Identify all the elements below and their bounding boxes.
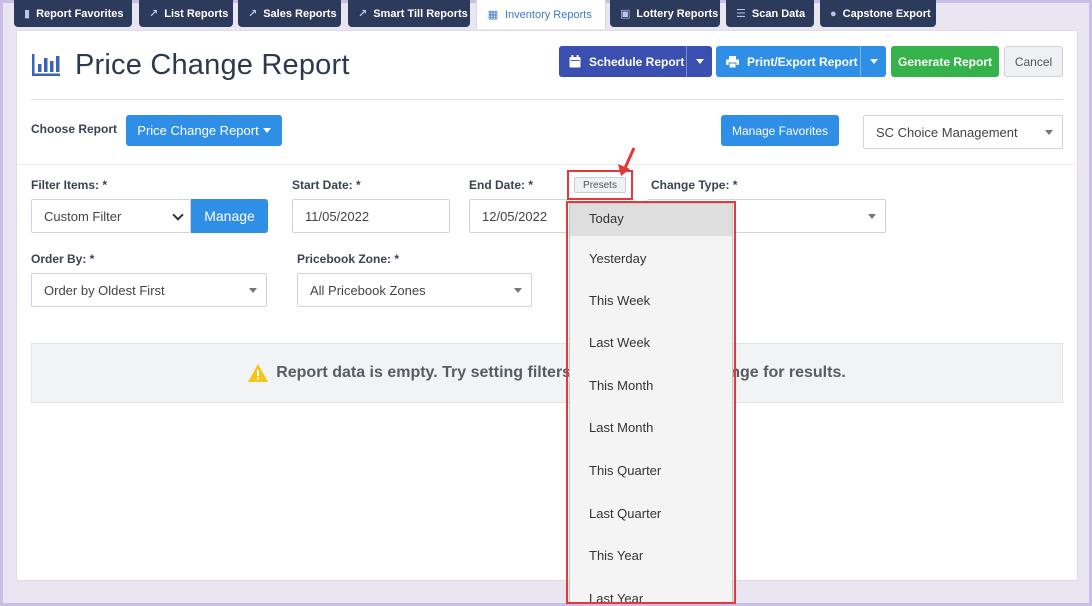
print-dropdown-toggle[interactable] — [860, 46, 886, 77]
callout-arrow-icon — [618, 147, 636, 176]
pricebook-zone-label: Pricebook Zone: * — [297, 252, 400, 266]
printer-icon — [726, 55, 739, 68]
caret-down-icon — [249, 288, 257, 293]
choose-report-label: Choose Report — [31, 122, 118, 136]
cancel-button[interactable]: Cancel — [1004, 46, 1063, 77]
preset-option[interactable]: This Month — [570, 369, 732, 401]
line-chart-icon: ↗ — [358, 7, 368, 20]
calendar-icon — [569, 55, 581, 68]
filter-items-select[interactable]: Custom Filter — [31, 199, 191, 233]
users-icon: ● — [830, 7, 837, 20]
tab-inventory-reports[interactable]: ▦ Inventory Reports — [476, 0, 606, 29]
warning-icon — [248, 364, 269, 382]
manage-favorites-button[interactable]: Manage Favorites — [721, 115, 839, 146]
caret-down-icon — [514, 288, 522, 293]
tab-list-reports[interactable]: ↗ List Reports — [139, 0, 233, 27]
preset-option[interactable]: Last Quarter — [570, 497, 732, 529]
tab-scan-data[interactable]: ☰ Scan Data — [726, 0, 814, 27]
tab-sales-reports[interactable]: ↗ Sales Reports — [238, 0, 341, 27]
divider — [17, 164, 1077, 165]
caret-down-icon — [695, 59, 704, 64]
ticket-icon: ▣ — [620, 7, 631, 20]
pricebook-zone-select[interactable]: All Pricebook Zones — [297, 273, 532, 307]
preset-option[interactable]: Today — [570, 204, 732, 236]
preset-option[interactable]: Last Month — [570, 411, 732, 443]
preset-option[interactable]: Last Week — [570, 326, 732, 358]
choose-report-dropdown[interactable]: Price Change Report — [126, 115, 282, 146]
list-icon: ☰ — [736, 7, 746, 20]
empty-message: Report data is empty. Try setting filter… — [276, 364, 846, 381]
tab-capstone-export[interactable]: ● Capstone Export — [820, 0, 936, 27]
report-panel: Price Change Report Schedule Report Prin… — [16, 30, 1078, 581]
bookmark-icon: ▮ — [24, 7, 31, 20]
preset-option[interactable]: This Quarter — [570, 454, 732, 486]
barcode-icon: ▦ — [487, 8, 499, 21]
preset-option[interactable]: This Year — [570, 539, 732, 571]
bar-chart-icon — [32, 54, 60, 76]
page-header: Price Change Report — [31, 45, 350, 85]
chevron-down-icon — [172, 209, 184, 221]
preset-option[interactable]: Yesterday — [570, 242, 732, 274]
line-chart-icon: ↗ — [149, 7, 159, 20]
empty-report-alert: Report data is empty. Try setting filter… — [31, 343, 1063, 403]
tab-report-favorites[interactable]: ▮ Report Favorites — [14, 0, 132, 27]
order-by-select[interactable]: Order by Oldest First — [31, 273, 267, 307]
tab-lottery-reports[interactable]: ▣ Lottery Reports — [610, 0, 720, 27]
page-title: Price Change Report — [75, 48, 350, 81]
schedule-report-button[interactable]: Schedule Report — [559, 46, 712, 77]
preset-option[interactable]: Last Year — [570, 582, 732, 603]
divider — [31, 99, 1063, 100]
line-chart-icon: ↗ — [248, 7, 258, 20]
start-date-label: Start Date: * — [292, 178, 361, 192]
caret-down-icon — [868, 214, 876, 219]
tab-smart-till-reports[interactable]: ↗ Smart Till Reports — [348, 0, 470, 27]
filter-items-label: Filter Items: * — [31, 178, 108, 192]
print-export-button[interactable]: Print/Export Report — [716, 46, 886, 77]
end-date-label: End Date: * — [469, 178, 534, 192]
caret-down-icon — [869, 59, 878, 64]
caret-down-icon — [1045, 130, 1053, 135]
company-select[interactable]: SC Choice Management — [863, 115, 1063, 149]
caret-down-icon — [262, 128, 271, 133]
presets-dropdown-menu: Today Yesterday This Week Last Week This… — [569, 203, 733, 603]
order-by-label: Order By: * — [31, 252, 95, 266]
manage-filter-button[interactable]: Manage — [191, 199, 268, 233]
end-date-input[interactable]: 12/05/2022 — [469, 199, 579, 233]
change-type-label: Change Type: * — [651, 178, 738, 192]
schedule-dropdown-toggle[interactable] — [686, 46, 712, 77]
start-date-input[interactable]: 11/05/2022 — [292, 199, 450, 233]
generate-report-button[interactable]: Generate Report — [891, 46, 999, 77]
preset-option[interactable]: This Week — [570, 284, 732, 316]
